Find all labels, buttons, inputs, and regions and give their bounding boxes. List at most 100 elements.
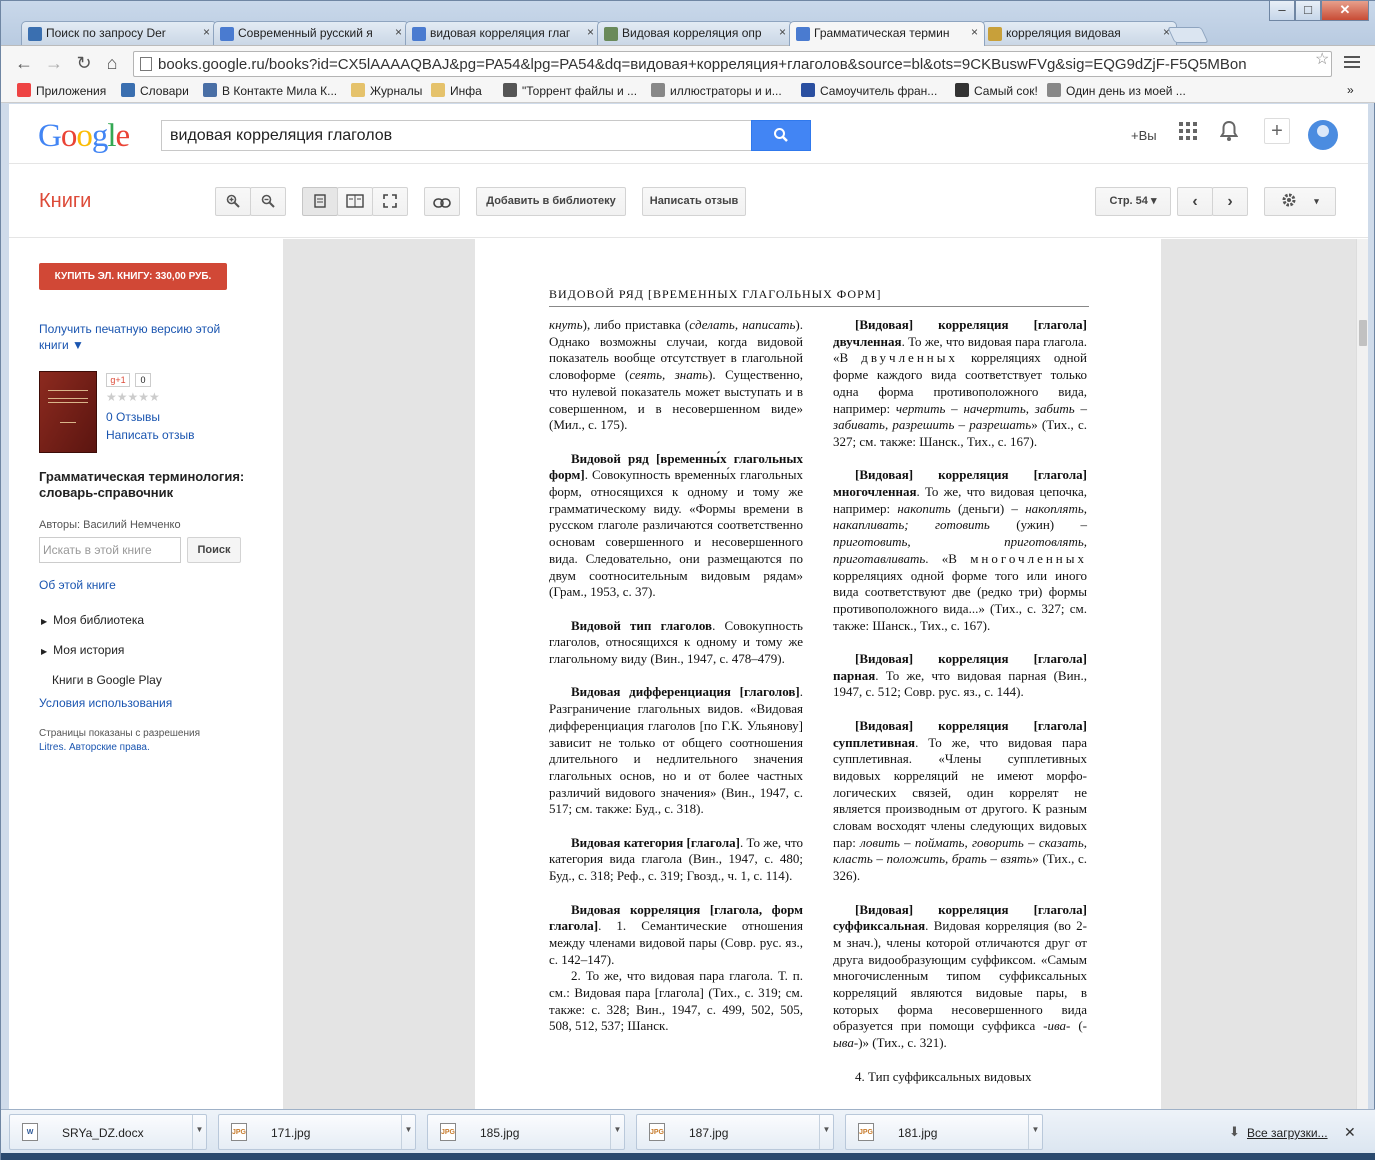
book-search-input[interactable]: Искать в этой книге — [39, 537, 181, 563]
zoom-in-icon[interactable] — [215, 187, 251, 216]
prev-page-icon[interactable]: ‹ — [1177, 187, 1213, 216]
vertical-scrollbar[interactable] — [1356, 239, 1368, 1109]
page-select-dropdown[interactable]: Стр. 54 ▾ — [1095, 187, 1171, 216]
next-page-icon[interactable]: › — [1212, 187, 1248, 216]
close-tab-icon[interactable]: × — [587, 25, 594, 39]
bookmark-item[interactable]: В Контакте Мила К... — [203, 83, 337, 98]
left-sidebar: КУПИТЬ ЭЛ. КНИГУ: 330,00 РУБ. Получить п… — [9, 239, 283, 1109]
download-item[interactable]: JPG 185.jpg ▼ — [427, 1114, 625, 1150]
triangle-right-icon: ▶ — [41, 647, 48, 656]
google-books-icon — [412, 27, 426, 41]
tab-1[interactable]: Поиск по запросу Der × — [21, 21, 217, 45]
chevron-down-icon: ▾ — [1150, 195, 1157, 207]
close-shelf-icon[interactable]: ✕ — [1344, 1124, 1356, 1141]
bookmark-label: Самоучитель фран... — [820, 84, 938, 98]
gplus-button[interactable]: g+1 — [106, 373, 130, 387]
bookmark-star-icon[interactable]: ☆ — [1315, 49, 1329, 69]
chevron-down-icon[interactable]: ▼ — [610, 1115, 624, 1149]
bookmark-icon — [17, 83, 31, 97]
new-tab-button[interactable] — [1167, 27, 1209, 43]
download-item[interactable]: JPG 181.jpg ▼ — [845, 1114, 1043, 1150]
download-item[interactable]: W SRYa_DZ.docx ▼ — [9, 1114, 207, 1150]
write-review-button[interactable]: Написать отзыв — [642, 187, 746, 216]
book-cover[interactable] — [39, 371, 97, 453]
single-page-view-icon[interactable] — [302, 187, 338, 216]
gplus-count: 0 — [135, 373, 151, 387]
bookmark-item[interactable]: Один день из моей ... — [1047, 83, 1186, 98]
share-plus-icon[interactable]: + — [1264, 118, 1290, 144]
avatar[interactable] — [1308, 120, 1338, 150]
search-input[interactable]: видовая корреляция глаголов — [161, 120, 751, 151]
permission-link[interactable]: Litres. Авторские права. — [39, 742, 150, 753]
reload-icon[interactable]: ↻ — [73, 52, 95, 74]
more-bookmarks-icon[interactable]: » — [1347, 83, 1354, 97]
chevron-down-icon[interactable]: ▼ — [192, 1115, 206, 1149]
scrollbar-thumb[interactable] — [1359, 320, 1367, 346]
bookmark-item[interactable]: Словари — [121, 83, 189, 98]
download-arrow-icon: ⬇ — [1229, 1124, 1240, 1139]
book-page: ВИДОВОЙ РЯД [ВРЕМЕННЫХ ГЛАГОЛЬНЫХ ФОРМ] … — [475, 239, 1161, 1109]
my-library-item[interactable]: ▶ Моя библиотека — [41, 613, 144, 627]
reviews-link[interactable]: 0 Отзывы — [106, 409, 160, 425]
address-bar[interactable]: books.google.ru/books?id=CX5lAAAAQBAJ&pg… — [133, 51, 1332, 77]
close-tab-icon[interactable]: × — [395, 25, 402, 39]
write-review-link[interactable]: Написать отзыв — [106, 427, 194, 443]
print-version-link[interactable]: Получить печатную версию этой книги ▼ — [39, 321, 244, 353]
book-viewer[interactable]: ВИДОВОЙ РЯД [ВРЕМЕННЫХ ГЛАГОЛЬНЫХ ФОРМ] … — [283, 239, 1356, 1109]
close-tab-icon[interactable]: × — [203, 25, 210, 39]
close-window-button[interactable]: ✕ — [1321, 1, 1369, 21]
tab-2[interactable]: Современный русский я × — [213, 21, 409, 45]
google-header: Google видовая корреляция глаголов +Вы + — [9, 104, 1368, 164]
google-logo[interactable]: Google — [38, 118, 130, 155]
terms-link[interactable]: Условия использования — [39, 695, 172, 711]
tab-label: Видовая корреляция опр — [622, 26, 762, 40]
close-tab-icon[interactable]: × — [971, 25, 978, 39]
chevron-down-icon[interactable]: ▼ — [1028, 1115, 1042, 1149]
minimize-button[interactable]: – — [1269, 1, 1295, 21]
apps-grid-icon[interactable] — [1179, 122, 1197, 143]
bookmark-item[interactable]: "Торрент файлы и ... — [503, 83, 637, 98]
zoom-out-icon[interactable] — [250, 187, 286, 216]
taskbar — [1, 1153, 1375, 1160]
notifications-bell-icon[interactable] — [1219, 120, 1239, 145]
my-history-label: Моя история — [53, 643, 125, 657]
download-item[interactable]: JPG 171.jpg ▼ — [218, 1114, 416, 1150]
bookmark-item[interactable]: Самый сок! — [955, 83, 1038, 98]
bookmark-item[interactable]: Приложения — [17, 83, 106, 98]
bookmark-item[interactable]: Инфа — [431, 83, 482, 98]
menu-icon[interactable] — [1344, 56, 1360, 71]
tab-label: Грамматическая термин — [814, 26, 950, 40]
download-item[interactable]: JPG 187.jpg ▼ — [636, 1114, 834, 1150]
google-play-link[interactable]: Книги в Google Play — [52, 673, 162, 687]
settings-gear-icon[interactable]: ▾ — [1264, 187, 1336, 216]
plus-you-link[interactable]: +Вы — [1131, 128, 1157, 143]
tab-6[interactable]: корреляция видовая × — [981, 21, 1177, 45]
bookmark-item[interactable]: Самоучитель фран... — [801, 83, 937, 98]
tab-5[interactable]: Грамматическая термин × — [789, 21, 985, 46]
bookmark-label: иллюстраторы и и... — [670, 84, 782, 98]
home-icon[interactable]: ⌂ — [101, 52, 123, 74]
all-downloads-link[interactable]: Все загрузки... — [1247, 1126, 1328, 1140]
link-icon[interactable] — [424, 187, 460, 216]
buy-ebook-button[interactable]: КУПИТЬ ЭЛ. КНИГУ: 330,00 РУБ. — [39, 263, 227, 290]
about-book-link[interactable]: Об этой книге — [39, 577, 116, 593]
two-page-view-icon[interactable] — [337, 187, 373, 216]
forward-icon[interactable]: → — [43, 52, 65, 74]
add-to-library-button[interactable]: Добавить в библиотеку — [476, 187, 626, 216]
back-icon[interactable]: ← — [13, 52, 35, 74]
bookmark-item[interactable]: иллюстраторы и и... — [651, 83, 782, 98]
chevron-down-icon[interactable]: ▼ — [401, 1115, 415, 1149]
tab-3[interactable]: видовая корреляция глаг × — [405, 21, 601, 45]
close-tab-icon[interactable]: × — [779, 25, 786, 39]
fullscreen-icon[interactable] — [372, 187, 408, 216]
my-history-item[interactable]: ▶ Моя история — [41, 643, 124, 657]
maximize-button[interactable]: □ — [1295, 1, 1321, 21]
book-search-button[interactable]: Поиск — [187, 537, 241, 563]
search-button[interactable] — [751, 120, 811, 151]
bookmark-icon — [955, 83, 969, 97]
bookmark-item[interactable]: Журналы — [351, 83, 422, 98]
bookmark-label: Один день из моей ... — [1066, 84, 1186, 98]
section-title[interactable]: Книги — [39, 190, 91, 213]
chevron-down-icon[interactable]: ▼ — [819, 1115, 833, 1149]
tab-4[interactable]: Видовая корреляция опр × — [597, 21, 793, 45]
